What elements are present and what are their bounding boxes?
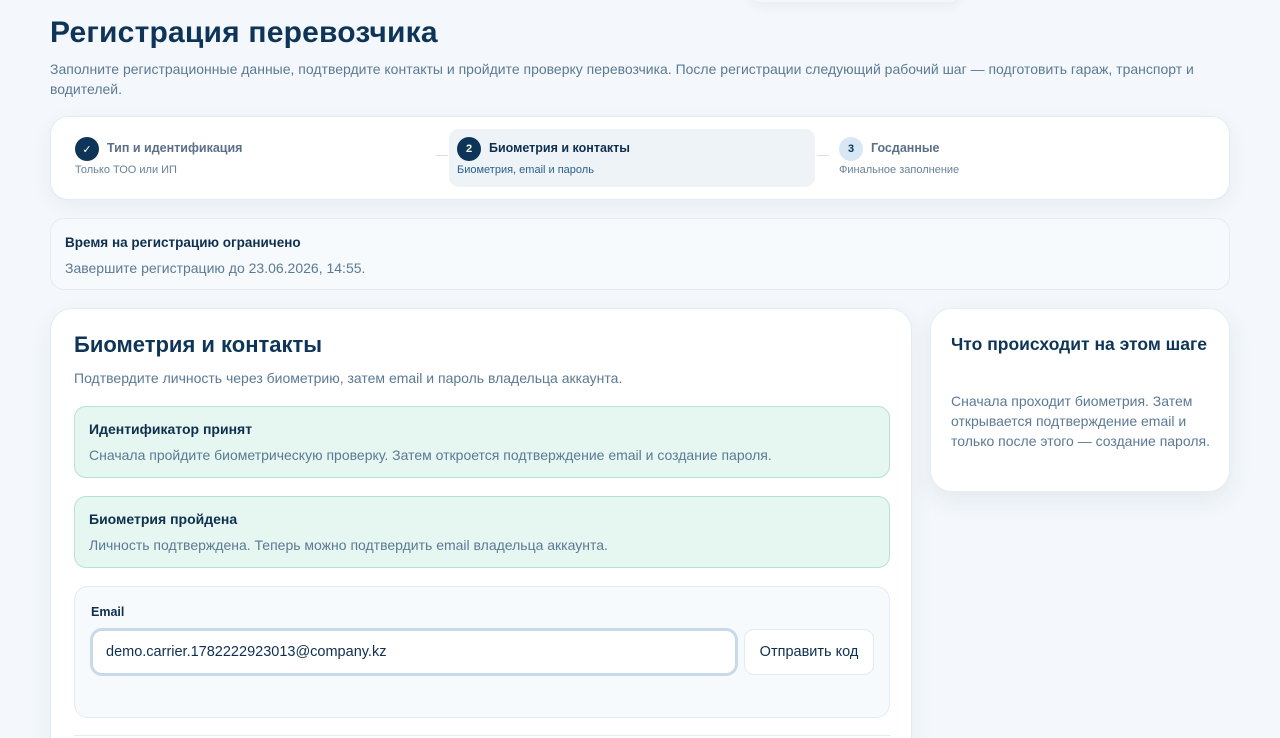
time-limit-notice: Время на регистрацию ограничено Завершит… <box>50 218 1230 290</box>
alert-text: Личность подтверждена. Теперь можно подт… <box>89 537 608 553</box>
biometrics-contacts-card: Биометрия и контакты Подтвердите личност… <box>50 308 912 738</box>
notice-text: Завершите регистрацию до 23.06.2026, 14:… <box>65 260 366 276</box>
page-subtitle: Заполните регистрационные данные, подтве… <box>50 61 1194 97</box>
notice-title: Время на регистрацию ограничено <box>65 235 301 250</box>
alert-text: Сначала пройдите биометрическую проверку… <box>89 447 772 463</box>
identifier-accepted-alert: Идентификатор принят Сначала пройдите би… <box>74 406 890 478</box>
email-field[interactable] <box>90 628 738 676</box>
registration-stepper: ✓ Тип и идентификация Только ТОО или ИП … <box>50 116 1230 200</box>
divider <box>74 735 890 736</box>
step-title: Биометрия и контакты <box>489 141 630 155</box>
step-title: Тип и идентификация <box>107 141 243 155</box>
page-title: Регистрация перевозчика <box>50 16 438 49</box>
step-connector <box>817 155 829 156</box>
side-title: Что происходит на этом шаге <box>951 334 1207 354</box>
side-text: Сначала проходит биометрия. Затем открыв… <box>951 393 1210 449</box>
step-caption: Финальное заполнение <box>839 164 960 176</box>
step-gov-data[interactable]: 3 Госданные Финальное заполнение <box>831 129 1201 187</box>
step-biometrics-contacts[interactable]: 2 Биометрия и контакты Биометрия, email … <box>449 129 815 187</box>
step-caption: Только ТОО или ИП <box>75 164 177 176</box>
step-info-card: Что происходит на этом шаге Сначала прох… <box>930 308 1230 492</box>
email-label: Email <box>91 605 125 619</box>
step-number-badge: 3 <box>839 137 863 161</box>
step-type-identification[interactable]: ✓ Тип и идентификация Только ТОО или ИП <box>67 129 437 187</box>
check-icon: ✓ <box>75 137 99 161</box>
biometrics-passed-alert: Биометрия пройдена Личность подтверждена… <box>74 496 890 568</box>
step-title: Госданные <box>871 141 940 155</box>
section-title: Биометрия и контакты <box>74 332 323 357</box>
step-connector <box>436 155 448 156</box>
email-panel: Email Отправить код <box>74 586 890 718</box>
step-number-badge: 2 <box>457 137 481 161</box>
send-code-button[interactable]: Отправить код <box>744 629 874 675</box>
section-description: Подтвердите личность через биометрию, за… <box>74 370 623 386</box>
alert-title: Биометрия пройдена <box>89 511 238 527</box>
alert-title: Идентификатор принят <box>89 421 253 437</box>
step-caption: Биометрия, email и пароль <box>457 164 594 176</box>
top-overlay-shadow <box>750 0 960 2</box>
